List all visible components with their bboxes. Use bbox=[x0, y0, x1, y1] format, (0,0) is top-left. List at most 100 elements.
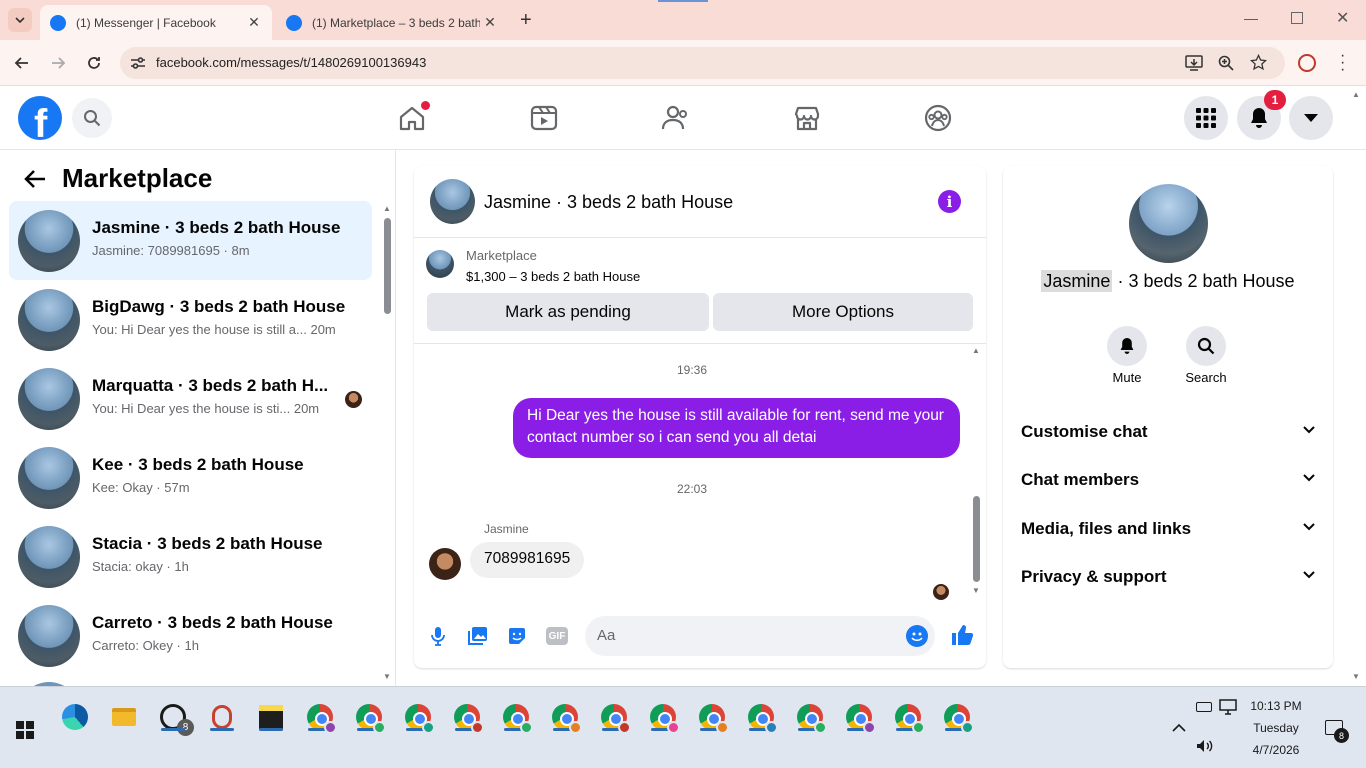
media-files-section[interactable]: Media, files and links bbox=[1021, 519, 1321, 549]
chrome-profile-icon[interactable] bbox=[888, 697, 928, 737]
microphone-icon[interactable] bbox=[430, 626, 446, 646]
info-icon[interactable]: i bbox=[938, 190, 961, 213]
forward-icon[interactable] bbox=[50, 55, 66, 71]
profile-avatar[interactable] bbox=[1129, 184, 1208, 263]
bookmark-star-icon[interactable] bbox=[1250, 54, 1267, 71]
account-button[interactable] bbox=[1289, 96, 1333, 140]
conversation-item[interactable]: Carreto · 3 beds 2 bath House Carreto: O… bbox=[9, 596, 372, 675]
zoom-icon[interactable] bbox=[1218, 55, 1234, 71]
sender-avatar[interactable] bbox=[429, 548, 461, 580]
chrome-profile-icon[interactable] bbox=[398, 697, 438, 737]
tab-messenger[interactable]: (1) Messenger | Facebook ✕ bbox=[40, 5, 272, 40]
conversation-item[interactable]: Stacia · 3 beds 2 bath House Stacia: oka… bbox=[9, 517, 372, 596]
tab-search-button[interactable] bbox=[8, 8, 32, 32]
chrome-profile-icon[interactable] bbox=[790, 697, 830, 737]
message-input[interactable]: Aa bbox=[585, 616, 935, 656]
chat-avatar[interactable] bbox=[430, 179, 475, 224]
mark-pending-button[interactable]: Mark as pending bbox=[427, 293, 709, 331]
emoji-icon[interactable] bbox=[906, 625, 928, 647]
groups-icon[interactable] bbox=[924, 104, 952, 132]
chat-members-section[interactable]: Chat members bbox=[1021, 470, 1321, 500]
chat-scrollbar[interactable]: ▲ ▼ bbox=[972, 346, 981, 598]
chat-header-title[interactable]: Jasmine · 3 beds 2 bath House bbox=[484, 192, 733, 213]
video-icon[interactable] bbox=[530, 105, 558, 131]
show-hidden-icons-chevron-up-icon[interactable] bbox=[1172, 723, 1186, 732]
clock-day[interactable]: Tuesday bbox=[1244, 721, 1308, 735]
volume-icon[interactable] bbox=[1196, 739, 1214, 753]
minimize-icon[interactable]: — bbox=[1244, 10, 1258, 26]
close-icon[interactable]: ✕ bbox=[244, 14, 264, 31]
install-app-icon[interactable] bbox=[1185, 55, 1203, 71]
privacy-support-section[interactable]: Privacy & support bbox=[1021, 567, 1321, 597]
chrome-profile-icon[interactable] bbox=[741, 697, 781, 737]
chrome-profile-icon[interactable] bbox=[937, 697, 977, 737]
mute-button[interactable] bbox=[1107, 326, 1147, 366]
file-explorer-icon[interactable] bbox=[104, 697, 144, 737]
menu-dots-icon[interactable]: · · · bbox=[1340, 48, 1345, 78]
menu-grid-button[interactable] bbox=[1184, 96, 1228, 140]
network-icon[interactable] bbox=[1219, 699, 1237, 715]
facebook-logo-icon[interactable]: f bbox=[18, 96, 62, 140]
outgoing-message-bubble[interactable]: Hi Dear yes the house is still available… bbox=[513, 398, 960, 458]
conversation-item[interactable]: Kee · 3 beds 2 bath House Kee: Okay · 57… bbox=[9, 438, 372, 517]
search-in-chat-button[interactable] bbox=[1186, 326, 1226, 366]
battery-icon[interactable] bbox=[1196, 702, 1212, 712]
photo-icon[interactable] bbox=[468, 626, 488, 646]
chat-panel: Jasmine · 3 beds 2 bath House i Marketpl… bbox=[414, 166, 986, 668]
listing-thumbnail[interactable] bbox=[426, 250, 454, 278]
conversation-item[interactable]: Jasmine · 3 beds 2 bath House Jasmine: 7… bbox=[9, 201, 372, 280]
chrome-profile-icon[interactable] bbox=[692, 697, 732, 737]
scroll-down-icon[interactable]: ▼ bbox=[972, 586, 980, 595]
back-arrow-icon[interactable] bbox=[24, 169, 46, 189]
conversation-preview: Kee: Okay · 57m bbox=[92, 480, 190, 495]
window-close-icon[interactable]: ✕ bbox=[1336, 8, 1349, 28]
profile-icon[interactable] bbox=[1298, 54, 1316, 72]
sticker-icon[interactable] bbox=[507, 626, 527, 646]
message-timestamp: 19:36 bbox=[676, 363, 708, 377]
conversation-item[interactable]: Marquatta · 3 beds 2 bath H... You: Hi D… bbox=[9, 359, 372, 438]
edge-icon[interactable] bbox=[55, 697, 95, 737]
thumbs-up-icon[interactable] bbox=[950, 623, 974, 647]
windows-start-icon[interactable] bbox=[16, 721, 34, 739]
incoming-message-bubble[interactable]: 7089981695 bbox=[470, 542, 585, 578]
conversation-item[interactable]: BigDawg · 3 beds 2 bath House You: Hi De… bbox=[9, 280, 372, 359]
clock-time[interactable]: 10:13 PM bbox=[1244, 699, 1308, 713]
sidebar-scrollbar[interactable]: ▲ ▼ bbox=[383, 204, 391, 684]
paint-icon[interactable] bbox=[202, 697, 242, 737]
omnibox[interactable]: facebook.com/messages/t/1480269100136943 bbox=[120, 47, 1285, 79]
more-options-button[interactable]: More Options bbox=[713, 293, 973, 331]
new-tab-icon[interactable]: + bbox=[520, 9, 532, 32]
whatsapp-icon[interactable]: 8 bbox=[153, 697, 194, 737]
conversation-name: Carreto · 3 beds 2 bath House bbox=[92, 613, 333, 632]
chrome-profile-icon[interactable] bbox=[447, 697, 487, 737]
gif-icon[interactable]: GIF bbox=[546, 627, 568, 645]
chrome-profile-icon[interactable] bbox=[839, 697, 879, 737]
scroll-up-icon[interactable]: ▲ bbox=[972, 346, 980, 355]
sidebar-scroll-thumb[interactable] bbox=[384, 218, 391, 314]
page-scroll-down-icon[interactable]: ▼ bbox=[1352, 672, 1360, 681]
page-scroll-up-icon[interactable]: ▲ bbox=[1352, 90, 1360, 99]
scroll-up-icon[interactable]: ▲ bbox=[383, 204, 391, 213]
sticky-notes-icon[interactable] bbox=[251, 697, 291, 737]
header-divider bbox=[414, 237, 986, 238]
tab-marketplace[interactable]: (1) Marketplace – 3 beds 2 bath ✕ bbox=[276, 5, 508, 40]
chrome-profile-icon[interactable] bbox=[496, 697, 536, 737]
marketplace-icon[interactable] bbox=[793, 105, 821, 131]
chrome-profile-icon[interactable] bbox=[545, 697, 585, 737]
search-icon[interactable] bbox=[72, 98, 112, 138]
site-settings-icon[interactable] bbox=[130, 56, 146, 70]
chat-scroll-thumb[interactable] bbox=[973, 496, 980, 582]
back-icon[interactable] bbox=[14, 55, 30, 71]
restore-icon[interactable] bbox=[1291, 12, 1303, 24]
reload-icon[interactable] bbox=[86, 55, 102, 71]
customise-chat-section[interactable]: Customise chat bbox=[1021, 422, 1321, 452]
friends-icon[interactable] bbox=[661, 105, 689, 131]
chrome-profile-icon[interactable] bbox=[349, 697, 389, 737]
clock-date[interactable]: 4/7/2026 bbox=[1244, 743, 1308, 757]
chrome-profile-icon[interactable] bbox=[300, 697, 340, 737]
close-icon[interactable]: ✕ bbox=[480, 14, 500, 31]
scroll-down-icon[interactable]: ▼ bbox=[383, 672, 391, 681]
chrome-profile-icon[interactable] bbox=[594, 697, 634, 737]
chrome-profile-icon[interactable] bbox=[643, 697, 683, 737]
listing-title[interactable]: $1,300 – 3 beds 2 bath House bbox=[466, 269, 640, 284]
